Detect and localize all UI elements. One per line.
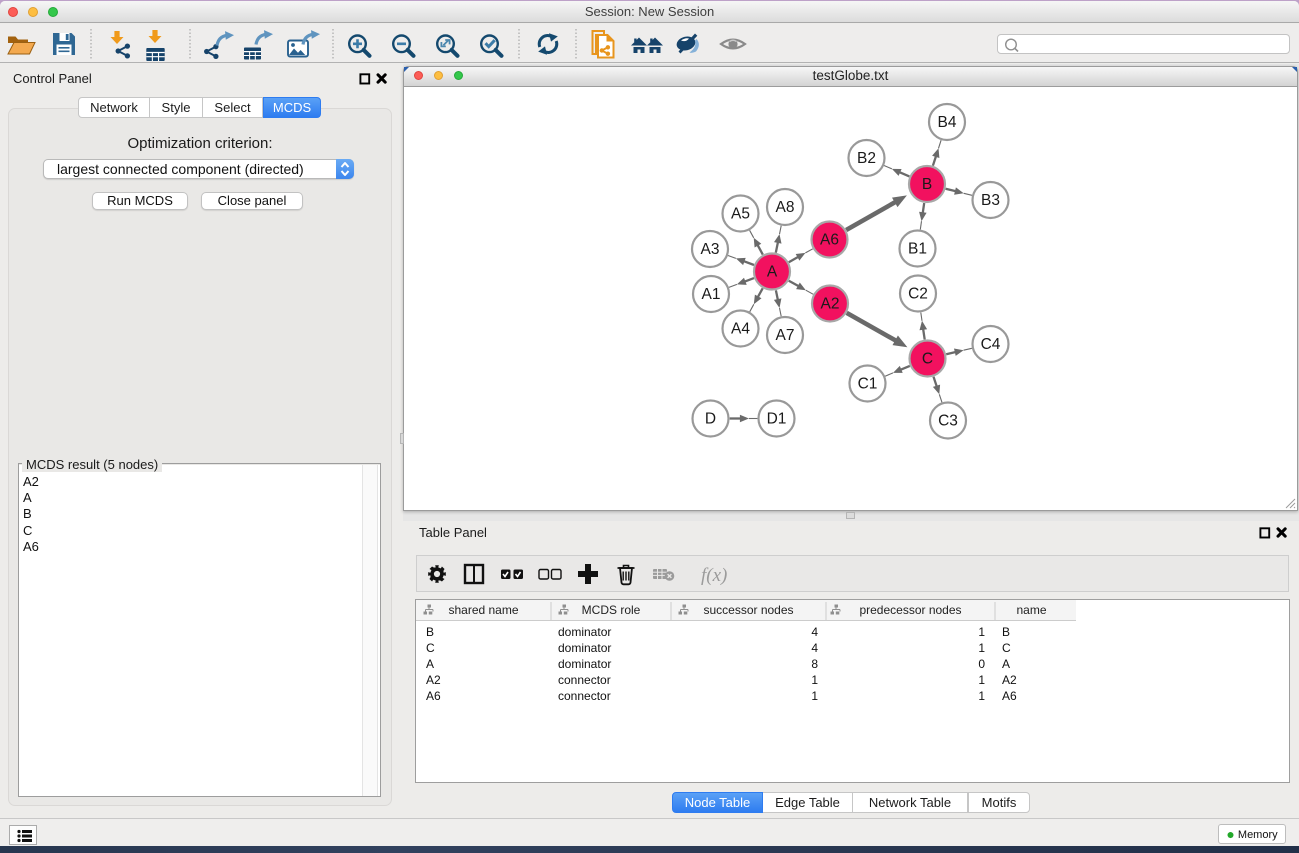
- svg-text:B2: B2: [857, 150, 876, 167]
- svg-text:D: D: [705, 411, 716, 428]
- svg-text:A1: A1: [702, 286, 721, 303]
- svg-text:A7: A7: [776, 327, 795, 344]
- svg-text:C2: C2: [908, 286, 928, 303]
- svg-text:A2: A2: [821, 296, 840, 313]
- svg-text:f(x): f(x): [701, 565, 727, 586]
- svg-text:A3: A3: [701, 241, 720, 258]
- svg-text:D1: D1: [767, 411, 787, 428]
- svg-text:A: A: [767, 264, 778, 281]
- svg-text:A4: A4: [731, 321, 750, 338]
- svg-text:B3: B3: [981, 192, 1000, 209]
- svg-text:C: C: [922, 351, 933, 368]
- svg-text:C1: C1: [858, 376, 878, 393]
- svg-text:B4: B4: [938, 114, 957, 131]
- svg-text:A5: A5: [731, 206, 750, 223]
- svg-text:C4: C4: [981, 336, 1001, 353]
- svg-text:B1: B1: [908, 241, 927, 258]
- svg-text:A6: A6: [820, 232, 839, 249]
- svg-text:C3: C3: [938, 413, 958, 430]
- svg-text:A8: A8: [776, 199, 795, 216]
- svg-text:B: B: [922, 176, 932, 193]
